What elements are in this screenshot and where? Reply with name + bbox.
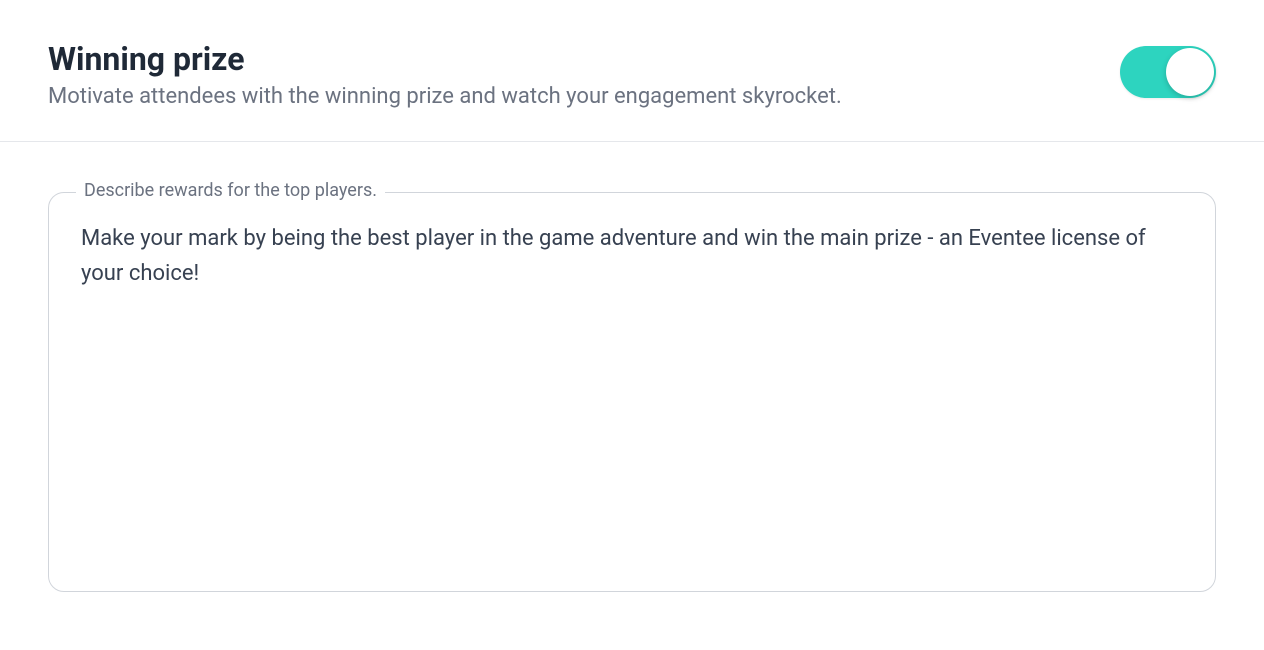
toggle-knob xyxy=(1166,48,1214,96)
rewards-label: Describe rewards for the top players. xyxy=(76,180,385,201)
rewards-textarea[interactable] xyxy=(48,192,1216,592)
section-title: Winning prize xyxy=(48,40,1120,78)
form-content: Describe rewards for the top players. xyxy=(0,142,1264,620)
winning-prize-toggle[interactable] xyxy=(1120,46,1216,98)
section-subtitle: Motivate attendees with the winning priz… xyxy=(48,82,1120,113)
section-header: Winning prize Motivate attendees with th… xyxy=(0,0,1264,142)
title-block: Winning prize Motivate attendees with th… xyxy=(48,40,1120,113)
rewards-field: Describe rewards for the top players. xyxy=(48,192,1216,596)
